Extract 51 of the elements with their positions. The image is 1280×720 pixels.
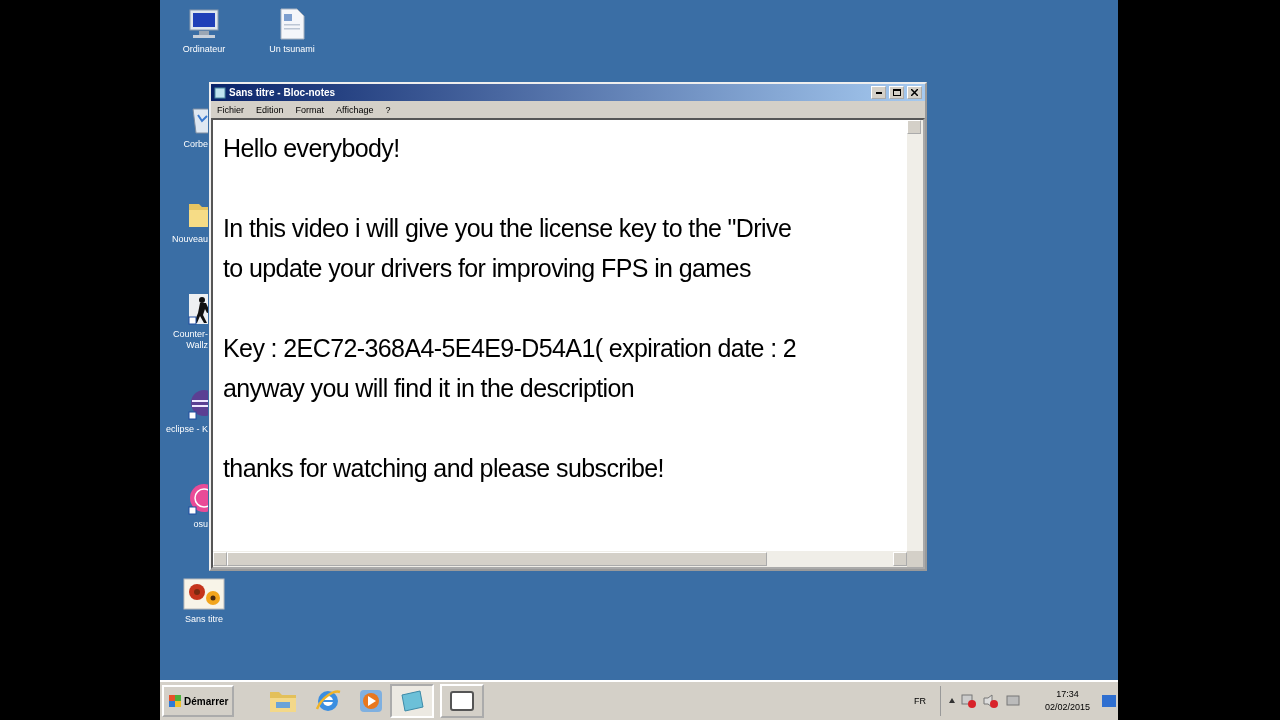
close-icon [911,89,918,96]
task-button[interactable] [440,684,485,718]
flower-image-icon [183,578,225,610]
clock-time[interactable]: 17:34 [1056,688,1079,701]
menu-item[interactable]: Fichier [217,104,244,115]
notepad-icon [214,86,226,99]
eclipse-icon [186,388,208,420]
icon-label: osu [193,519,208,530]
speaker-icon[interactable] [982,693,999,709]
scroll-thumb[interactable] [227,552,767,566]
icon-label: Corbe [183,139,208,150]
minimize-icon [875,91,882,94]
scroll-left-button[interactable] [213,552,227,566]
icon-label: Un tsunami [269,44,315,55]
text-line: to update your drivers for improving FPS in games [223,253,752,284]
notepad-icon [398,689,427,713]
play-icon[interactable] [358,688,385,714]
size-grip[interactable] [907,551,923,567]
text-line: Key : 2EC72-368A4-5E4E9-D54A1( expiration date : 2 [223,333,798,364]
minimize-button[interactable] [871,86,886,99]
window-title: Sans titre - Bloc-notes [229,87,337,98]
text-line: thanks for watching and please subscribe! [223,453,665,484]
text-line: Hello everybody! [223,133,401,164]
vertical-scrollbar[interactable] [907,120,923,551]
menu-item[interactable]: Format [295,104,325,115]
window-icon [448,689,477,713]
start-button[interactable]: Démarrer [162,685,235,717]
icon-label: Nouveau [171,234,208,245]
flag-icon [168,694,182,708]
icon-label: Wallz [186,340,208,351]
icon-label: Counter- [173,329,208,340]
clock-date[interactable]: 02/02/2015 [1044,701,1090,714]
icon-label: Sans titre [185,614,223,625]
menu-item[interactable]: Affichage [336,104,374,115]
maximize-button[interactable] [889,86,904,99]
arrow-icon[interactable] [948,697,955,705]
menu-item[interactable]: Edition [256,104,284,115]
monitor-icon[interactable] [1004,693,1021,709]
icon-label: Ordinateur [182,44,226,55]
close-button[interactable] [907,86,922,99]
network-icon[interactable] [960,693,977,709]
menu-item[interactable]: ? [385,104,391,115]
task-button[interactable] [390,684,435,718]
language-indicator[interactable]: FR [913,696,926,706]
computer-icon [187,8,221,40]
icon-label: eclipse - K [165,424,208,435]
text-line: anyway you will find it in the description [223,373,636,404]
circle-icon [186,483,208,515]
maximize-icon [892,89,901,96]
scroll-right-button[interactable] [893,552,907,566]
text-line: In this video i will give you the license key to the "Drive [223,213,793,244]
